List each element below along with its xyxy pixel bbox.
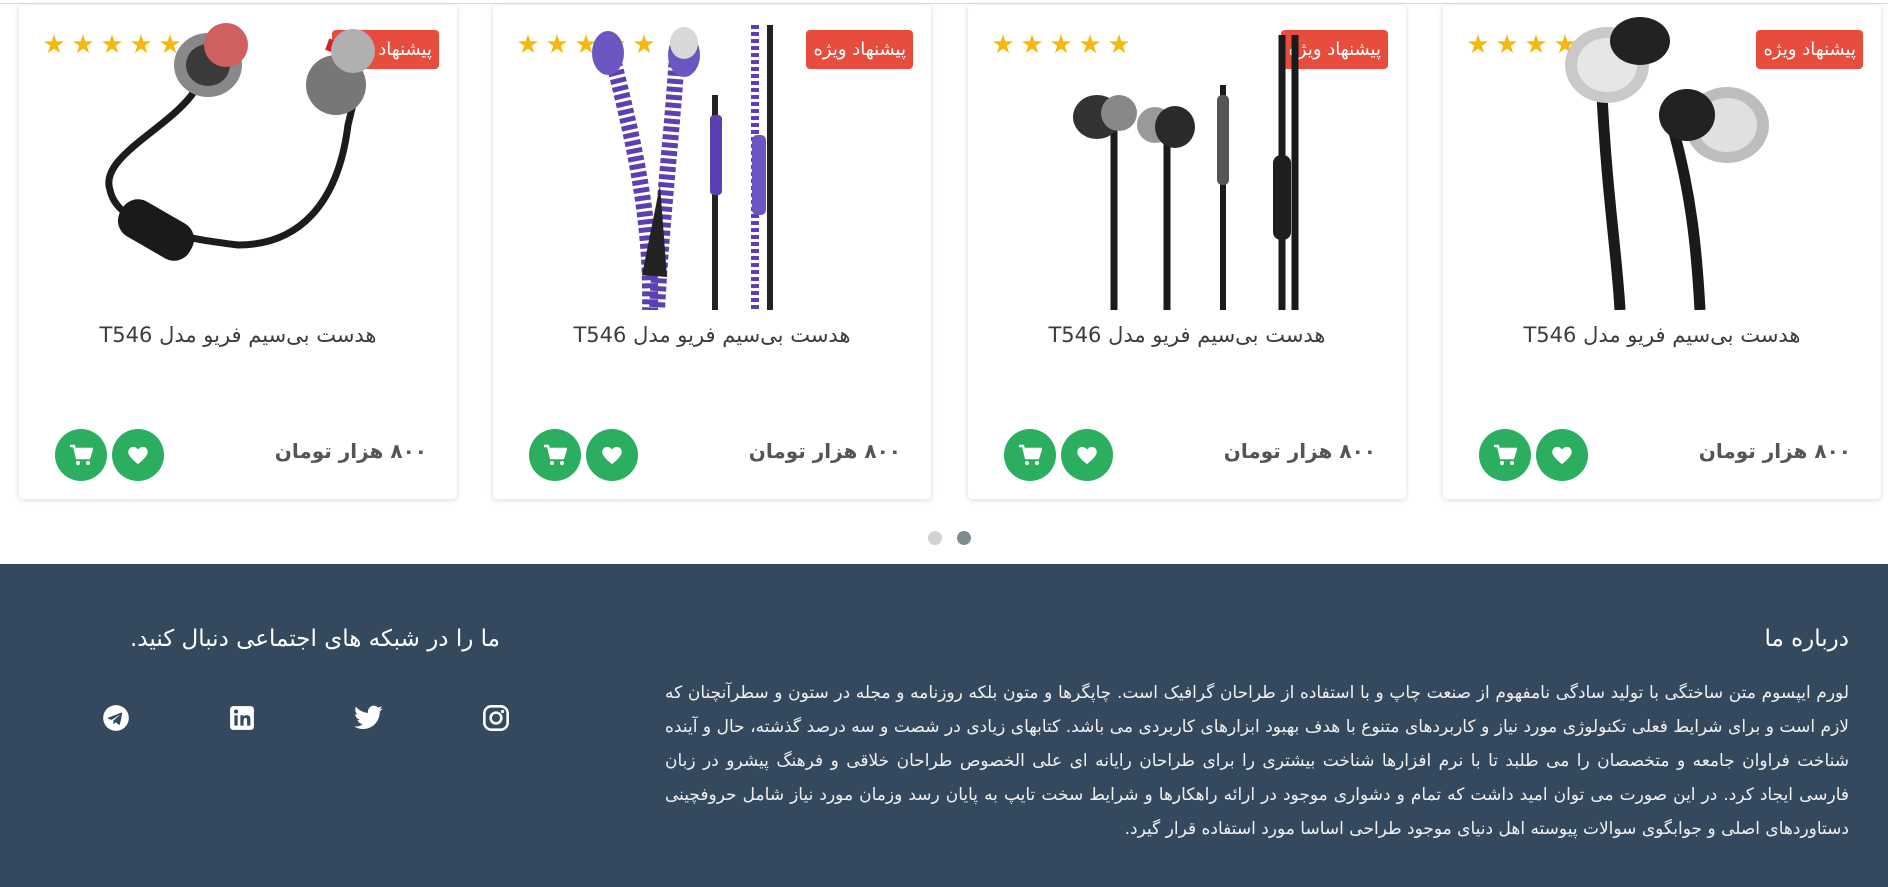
star-icon: ★: [1020, 30, 1044, 60]
wishlist-button[interactable]: [1061, 429, 1113, 481]
add-to-cart-button[interactable]: [1479, 429, 1531, 481]
heart-icon: [1552, 446, 1572, 465]
about-text: لورم ایپسوم متن ساختگی با تولید سادگی نا…: [665, 683, 1849, 839]
product-image[interactable]: [98, 15, 378, 310]
product-title[interactable]: هدست بی‌سیم فریو مدل T546: [19, 323, 457, 347]
telegram-icon[interactable]: [100, 702, 132, 734]
star-icon: ★: [1466, 30, 1490, 60]
product-title[interactable]: هدست بی‌سیم فریو مدل T546: [1443, 323, 1881, 347]
cart-icon: [1019, 444, 1042, 465]
product-card[interactable]: پیشنهاد ویژه ★★★★★ هدست بی‌سیم فریو مدل …: [19, 5, 457, 499]
carousel-dot-2[interactable]: [957, 531, 971, 545]
star-icon: ★: [42, 30, 66, 60]
product-price: ۸۰۰ هزار تومان: [1223, 439, 1376, 463]
star-icon: ★: [71, 30, 95, 60]
wishlist-button[interactable]: [1536, 429, 1588, 481]
cart-icon: [544, 444, 567, 465]
product-price: ۸۰۰ هزار تومان: [1698, 439, 1851, 463]
about-title: درباره ما: [1764, 626, 1849, 652]
instagram-icon[interactable]: [480, 702, 512, 734]
cart-icon: [1494, 444, 1517, 465]
star-icon: ★: [516, 30, 540, 60]
product-title[interactable]: هدست بی‌سیم فریو مدل T546: [968, 323, 1406, 347]
heart-icon: [128, 446, 148, 465]
top-divider: [0, 3, 1888, 4]
product-image[interactable]: [1047, 15, 1327, 310]
heart-icon: [1077, 446, 1097, 465]
wishlist-button[interactable]: [586, 429, 638, 481]
footer: درباره ما لورم ایپسوم متن ساختگی با تولی…: [0, 564, 1888, 887]
product-image[interactable]: [1522, 15, 1802, 310]
carousel-dot-1[interactable]: [928, 531, 942, 545]
social-links: [98, 702, 518, 742]
add-to-cart-button[interactable]: [1004, 429, 1056, 481]
product-card[interactable]: پیشنهاد ویژه ★★★★★ هدست بی‌سیم فریو مدل …: [968, 5, 1406, 499]
add-to-cart-button[interactable]: [529, 429, 581, 481]
product-image[interactable]: [572, 15, 852, 310]
heart-icon: [602, 446, 622, 465]
star-icon: ★: [991, 30, 1015, 60]
linkedin-icon[interactable]: [226, 702, 258, 734]
star-icon: ★: [545, 30, 569, 60]
twitter-icon[interactable]: [353, 702, 385, 734]
product-price: ۸۰۰ هزار تومان: [748, 439, 901, 463]
social-title: ما را در شبکه های اجتماعی دنبال کنید.: [130, 626, 500, 652]
cart-icon: [70, 444, 93, 465]
carousel-pagination: [928, 531, 971, 545]
add-to-cart-button[interactable]: [55, 429, 107, 481]
wishlist-button[interactable]: [112, 429, 164, 481]
star-icon: ★: [1495, 30, 1519, 60]
product-card[interactable]: پیشنهاد ویژه ★★★★★ هدست بی‌سیم فریو مدل …: [493, 5, 931, 499]
product-title[interactable]: هدست بی‌سیم فریو مدل T546: [493, 323, 931, 347]
product-price: ۸۰۰ هزار تومان: [274, 439, 427, 463]
product-card[interactable]: پیشنهاد ویژه ★★★★★ هدست بی‌سیم فریو مدل …: [1443, 5, 1881, 499]
